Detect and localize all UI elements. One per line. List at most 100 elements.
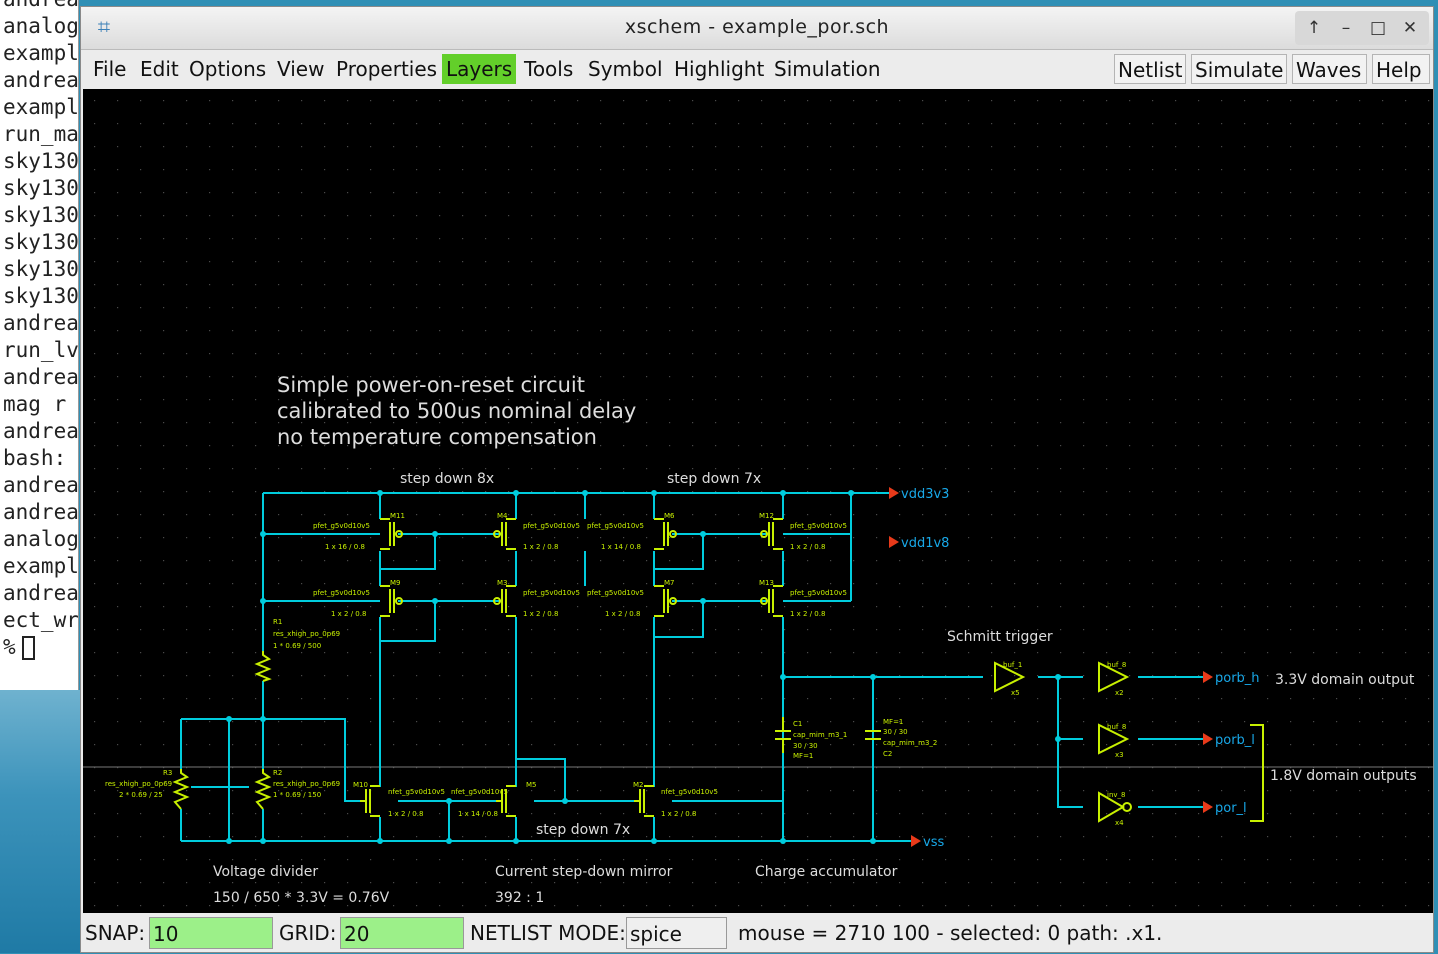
label-mirror-ratio: 392 : 1 <box>495 890 544 906</box>
maximize-icon[interactable]: □ <box>1363 11 1393 45</box>
pin-vdd3v3: vdd3v3 <box>901 487 949 502</box>
schematic-drawing[interactable]: vdd3v3 vdd1v8 vss porb_h porb_l por_l Si… <box>83 89 1433 913</box>
m2-model: nfet_g5v0d10v5 <box>661 788 718 796</box>
m6-size: 1 x 14 / 0.8 <box>601 543 641 551</box>
label-3v3-output: 3.3V domain output <box>1275 672 1415 688</box>
m13-name: M13 <box>759 579 774 587</box>
pin-vdd1v8: vdd1v8 <box>901 536 949 551</box>
grid-label: GRID: <box>279 921 337 945</box>
terminal-line: sky130 <box>3 203 79 227</box>
terminal-line: exampl <box>3 41 79 65</box>
netlist-button[interactable]: Netlist <box>1114 54 1186 84</box>
m13-size: 1 x 2 / 0.8 <box>790 610 825 618</box>
netlist-mode-field[interactable]: spice <box>626 917 727 949</box>
description-line-3: no temperature compensation <box>277 425 597 449</box>
simulate-button[interactable]: Simulate <box>1191 54 1287 84</box>
menu-highlight[interactable]: Highlight <box>670 54 768 84</box>
m11-name: M11 <box>390 512 405 520</box>
terminal-line: run_ma <box>3 122 79 146</box>
menu-symbol[interactable]: Symbol <box>584 54 667 84</box>
m10-model: nfet_g5v0d10v5 <box>388 788 445 796</box>
terminal-line: andrea <box>3 68 79 92</box>
prompt-symbol: % <box>3 635 16 659</box>
mouse-info: mouse = 2710 100 - selected: 0 path: .x1… <box>738 921 1163 945</box>
menu-options[interactable]: Options <box>185 54 270 84</box>
menu-tools[interactable]: Tools <box>520 54 577 84</box>
terminal-line: bash: <box>3 446 67 470</box>
terminal-line: ect_wr <box>3 608 79 632</box>
grid-dots <box>83 89 1433 913</box>
help-button[interactable]: Help <box>1372 54 1430 84</box>
label-step-down-8x: step down 8x <box>400 471 494 487</box>
menu-file[interactable]: File <box>89 54 130 84</box>
desktop-background <box>0 690 80 953</box>
terminal-line: andrea <box>3 473 79 497</box>
schematic-canvas[interactable]: vdd3v3 vdd1v8 vss porb_h porb_l por_l Si… <box>83 89 1433 913</box>
pin-porb-l: porb_l <box>1215 733 1255 748</box>
title-bar[interactable]: ⌗ xschem - example_por.sch ↑ – □ ✕ <box>81 7 1433 50</box>
r2-value: 1 * 0.69 / 150 <box>273 791 321 799</box>
c2-model: cap_mim_m3_2 <box>883 739 937 747</box>
label-voltage-divider: Voltage divider <box>213 864 318 880</box>
x3-name: x3 <box>1115 751 1124 759</box>
x5-name: x5 <box>1011 689 1020 697</box>
terminal-line: andrea <box>3 500 79 524</box>
terminal-line: analog <box>3 527 79 551</box>
keep-above-icon[interactable]: ↑ <box>1299 11 1329 45</box>
terminal-line: exampl <box>3 554 79 578</box>
m2-name: M2 <box>633 781 644 789</box>
m9-name: M9 <box>390 579 401 587</box>
label-step-down-7x-top: step down 7x <box>667 471 761 487</box>
terminal-line: andrea <box>3 419 79 443</box>
pin-vss: vss <box>923 835 944 850</box>
r3-name: R3 <box>163 769 172 777</box>
r1-name: R1 <box>273 618 282 626</box>
window-controls: ↑ – □ ✕ <box>1295 11 1429 45</box>
terminal-line: andrea <box>3 365 79 389</box>
m4-model: pfet_g5v0d10v5 <box>523 522 580 530</box>
grid-field[interactable]: 20 <box>340 917 464 949</box>
menu-layers[interactable]: Layers <box>442 54 517 84</box>
background-terminal[interactable]: andreas@@neller22analogexamplandreaexamp… <box>0 0 79 690</box>
c1-name: C1 <box>793 720 802 728</box>
x2-name: x2 <box>1115 689 1124 697</box>
minimize-icon[interactable]: – <box>1331 11 1361 45</box>
x3-type: buf_8 <box>1107 723 1126 731</box>
pin-porb-h: porb_h <box>1215 671 1260 686</box>
terminal-line: sky130 <box>3 176 79 200</box>
terminal-line: sky130 <box>3 230 79 254</box>
x4-type: inv_8 <box>1107 791 1125 799</box>
menu-properties[interactable]: Properties <box>332 54 441 84</box>
m4-size: 1 x 2 / 0.8 <box>523 543 558 551</box>
m6-model: pfet_g5v0d10v5 <box>587 522 644 530</box>
menu-view[interactable]: View <box>273 54 328 84</box>
c1-model: cap_mim_m3_1 <box>793 731 847 739</box>
m4-name: M4 <box>497 512 508 520</box>
terminal-cursor <box>21 636 35 660</box>
terminal-line: mag r <box>3 392 67 416</box>
waves-button[interactable]: Waves <box>1292 54 1367 84</box>
menu-simulation[interactable]: Simulation <box>770 54 885 84</box>
terminal-line: sky130 <box>3 257 79 281</box>
c2-name: C2 <box>883 750 892 758</box>
terminal-prompt: % <box>0 634 78 661</box>
m12-name: M12 <box>759 512 774 520</box>
m7-model: pfet_g5v0d10v5 <box>587 589 644 597</box>
m10-size: 1 x 2 / 0.8 <box>388 810 423 818</box>
m10-name: M10 <box>353 781 368 789</box>
m13-model: pfet_g5v0d10v5 <box>790 589 847 597</box>
snap-field[interactable]: 10 <box>149 917 273 949</box>
c2-value: 30 / 30 <box>883 728 908 736</box>
description-line-2: calibrated to 500us nominal delay <box>277 399 636 423</box>
close-icon[interactable]: ✕ <box>1395 11 1425 45</box>
c2-mf: MF=1 <box>883 718 903 726</box>
m7-size: 1 x 2 / 0.8 <box>605 610 640 618</box>
terminal-line: andrea <box>3 311 79 335</box>
m7-name: M7 <box>664 579 675 587</box>
m12-model: pfet_g5v0d10v5 <box>790 522 847 530</box>
m11-model: pfet_g5v0d10v5 <box>313 522 370 530</box>
menu-edit[interactable]: Edit <box>136 54 183 84</box>
r1-value: 1 * 0.69 / 500 <box>273 642 321 650</box>
c1-mf: MF=1 <box>793 752 813 760</box>
r3-value: 2 * 0.69 / 25 <box>119 791 163 799</box>
